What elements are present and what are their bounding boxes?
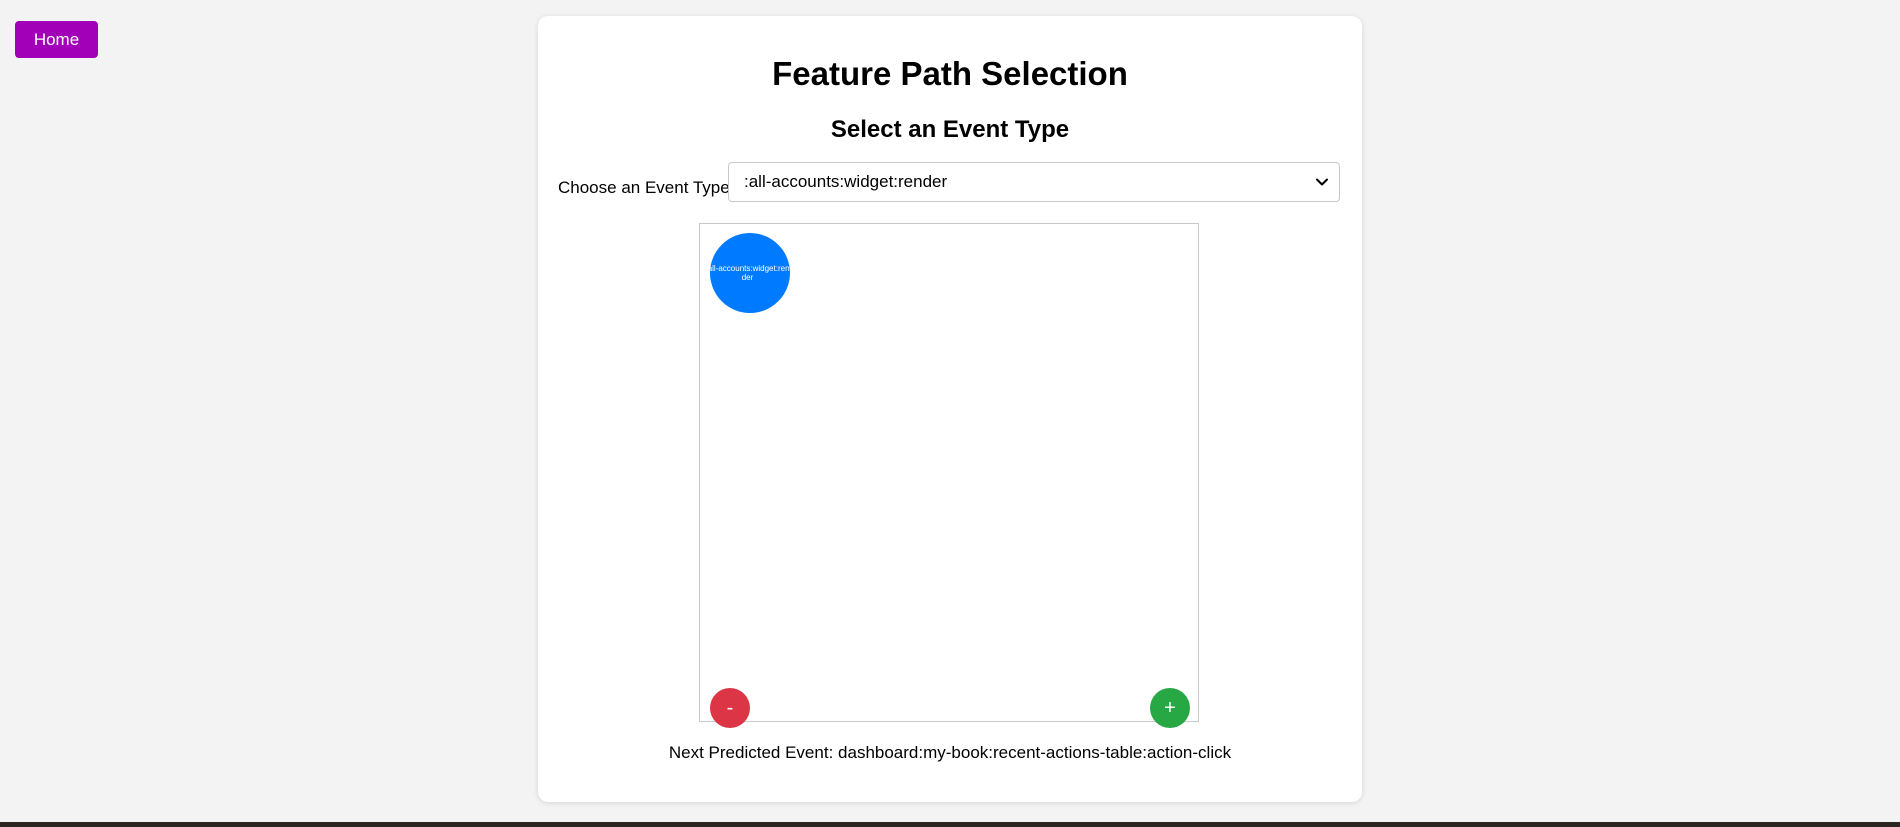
section-subtitle: Select an Event Type (830, 116, 1070, 143)
next-predicted-event: Next Predicted Event: dashboard:my-book:… (538, 743, 1362, 763)
zoom-out-button[interactable]: - (710, 688, 750, 728)
graph-node-label: :all-accounts:widget:render (710, 264, 790, 282)
page: Home Feature Path Selection Select an Ev… (0, 0, 1900, 827)
graph-node[interactable]: :all-accounts:widget:render (710, 233, 790, 313)
bottom-edge-bar (0, 822, 1900, 827)
prediction-value: dashboard:my-book:recent-actions-table:a… (838, 743, 1232, 762)
page-title: Feature Path Selection (772, 55, 1128, 92)
event-graph-canvas[interactable]: :all-accounts:widget:render - + (699, 223, 1199, 728)
event-type-select[interactable]: :all-accounts:widget:render (728, 162, 1340, 202)
prediction-label: Next Predicted Event: (668, 743, 834, 762)
feature-path-card: Feature Path Selection Select an Event T… (538, 16, 1362, 802)
zoom-in-button[interactable]: + (1150, 688, 1190, 728)
chevron-down-icon (1316, 178, 1328, 186)
home-button[interactable]: Home (15, 21, 98, 58)
event-type-label: Choose an Event Type: (558, 178, 735, 197)
event-type-selected-value: :all-accounts:widget:render (744, 172, 948, 191)
